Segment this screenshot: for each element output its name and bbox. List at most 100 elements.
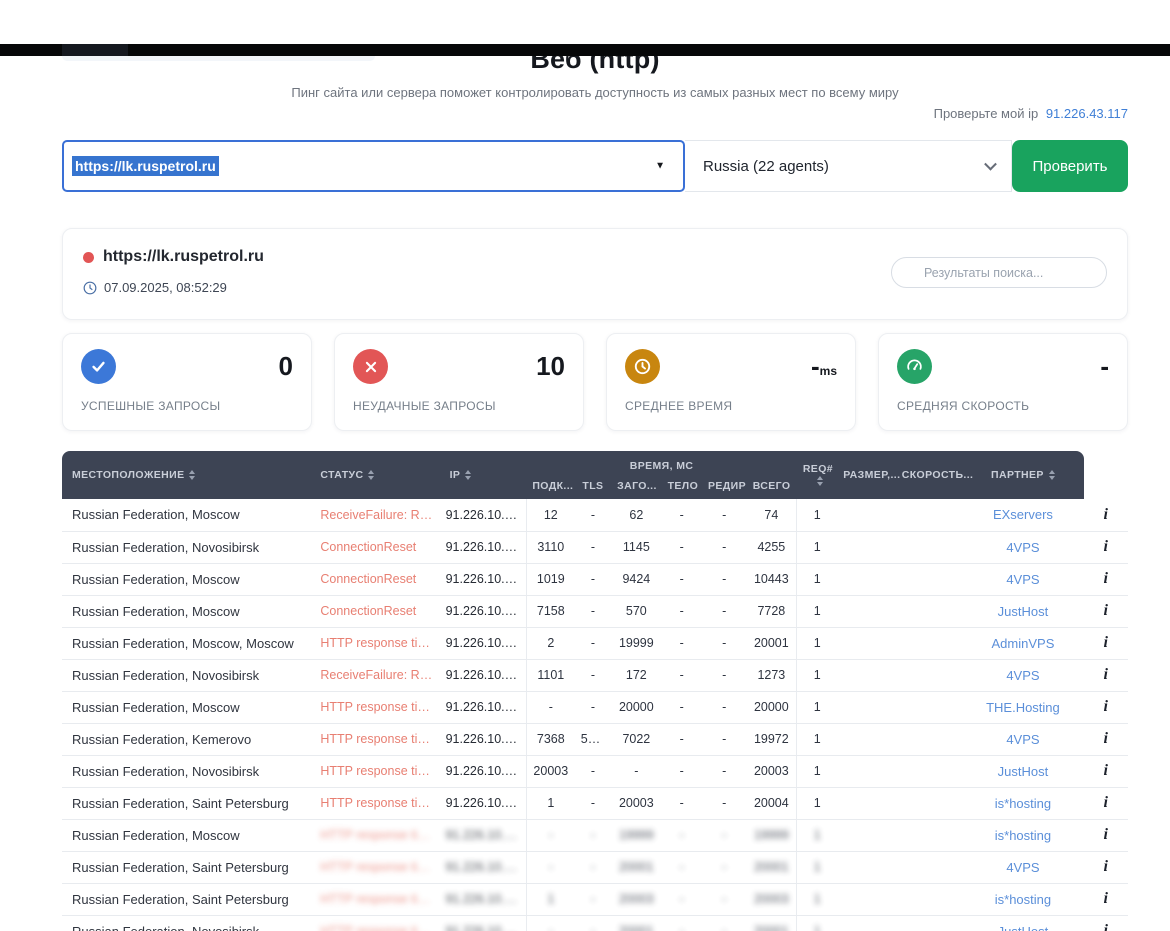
time-body-cell: - (662, 531, 702, 563)
partner-link[interactable]: 4VPS (1006, 668, 1039, 683)
partner-link[interactable]: 4VPS (1006, 540, 1039, 555)
time-body-cell: - (662, 563, 702, 595)
info-icon[interactable]: i (1084, 563, 1129, 595)
col-header-redir[interactable]: РЕДИР (702, 477, 746, 499)
size-cell (837, 499, 896, 531)
info-icon[interactable]: i (1084, 819, 1129, 851)
location-cell: Russian Federation, Moscow (62, 499, 314, 531)
partner-link[interactable]: JustHost (998, 924, 1049, 931)
col-header-body[interactable]: ТЕЛО (662, 477, 702, 499)
ip-cell: 91.226.10.121 (444, 755, 527, 787)
stat-unit: ms (820, 364, 837, 378)
req-cell: 1 (797, 723, 837, 755)
info-icon[interactable]: i (1084, 851, 1129, 883)
time-load-cell: 19999 (611, 627, 661, 659)
time-load-cell: 20003 (611, 787, 661, 819)
col-header-tls[interactable]: TLS (575, 477, 611, 499)
time-redir-cell: - (702, 627, 746, 659)
time-load-cell: 19999 (611, 819, 661, 851)
stat-label: СРЕДНЯЯ СКОРОСТЬ (897, 399, 1109, 413)
partner-link[interactable]: 4VPS (1006, 732, 1039, 747)
url-combobox[interactable]: https://lk.ruspetrol.ru ▼ (62, 140, 685, 192)
col-header-conn[interactable]: ПОДК... (526, 477, 574, 499)
partner-cell: is*hosting (962, 819, 1083, 851)
partner-link[interactable]: is*hosting (995, 828, 1051, 843)
info-icon[interactable]: i (1084, 723, 1129, 755)
col-header-req[interactable]: REQ# (797, 451, 837, 499)
location-cell: Russian Federation, Kemerovo (62, 723, 314, 755)
partner-link[interactable]: JustHost (998, 764, 1049, 779)
partner-link[interactable]: 4VPS (1006, 860, 1039, 875)
partner-link[interactable]: EXservers (993, 507, 1053, 522)
result-url: https://lk.ruspetrol.ru (103, 248, 264, 266)
status-cell: HTTP response time... (314, 787, 443, 819)
ip-cell: 91.226.10.121 (444, 915, 527, 931)
url-input-value[interactable]: https://lk.ruspetrol.ru (72, 156, 219, 176)
my-ip-link[interactable]: 91.226.43.117 (1046, 106, 1128, 121)
info-icon[interactable]: i (1084, 787, 1129, 819)
info-icon[interactable]: i (1084, 531, 1129, 563)
page-subtitle: Пинг сайта или сервера поможет контролир… (62, 85, 1128, 100)
time-body-cell: - (662, 627, 702, 659)
partner-link[interactable]: JustHost (998, 604, 1049, 619)
req-cell: 1 (797, 627, 837, 659)
window-top-bar (0, 44, 1170, 56)
sort-icon (465, 470, 471, 480)
speed-cell (896, 691, 963, 723)
time-load-cell: 9424 (611, 563, 661, 595)
status-cell: HTTP response time... (314, 723, 443, 755)
time-redir-cell: - (702, 851, 746, 883)
time-load-cell: 20000 (611, 691, 661, 723)
time-body-cell: - (662, 499, 702, 531)
info-icon[interactable]: i (1084, 499, 1129, 531)
partner-cell: JustHost (962, 755, 1083, 787)
location-cell: Russian Federation, Saint Petersburg (62, 787, 314, 819)
col-header-status[interactable]: СТАТУС (314, 451, 443, 499)
partner-link[interactable]: is*hosting (995, 796, 1051, 811)
info-icon[interactable]: i (1084, 595, 1129, 627)
info-icon[interactable]: i (1084, 883, 1129, 915)
info-icon[interactable]: i (1084, 755, 1129, 787)
time-tls-cell: - (575, 851, 611, 883)
col-header-ip[interactable]: IP (444, 451, 527, 499)
status-dot-icon (83, 252, 94, 263)
time-conn-cell: 1 (526, 787, 574, 819)
col-header-speed[interactable]: СКОРОСТЬ... (896, 451, 963, 499)
agents-select[interactable]: Russia (22 agents) (685, 140, 1012, 192)
partner-link[interactable]: 4VPS (1006, 572, 1039, 587)
info-icon[interactable]: i (1084, 915, 1129, 931)
partner-link[interactable]: AdminVPS (992, 636, 1055, 651)
col-header-partner[interactable]: ПАРТНЕР (962, 451, 1083, 499)
time-conn-cell: 12 (526, 499, 574, 531)
stat-card-avg-time: -ms СРЕДНЕЕ ВРЕМЯ (606, 333, 856, 431)
speed-cell (896, 531, 963, 563)
location-cell: Russian Federation, Novosibirsk (62, 915, 314, 931)
partner-cell: JustHost (962, 595, 1083, 627)
gauge-circle-icon (897, 349, 932, 384)
table-row: Russian Federation, Saint PetersburgHTTP… (62, 883, 1128, 915)
time-conn-cell: 7368 (526, 723, 574, 755)
time-total-cell: 10443 (746, 563, 796, 595)
ip-cell: 91.226.10.121 (444, 787, 527, 819)
info-icon[interactable]: i (1084, 627, 1129, 659)
time-body-cell: - (662, 915, 702, 931)
check-button[interactable]: Проверить (1012, 140, 1128, 192)
col-header-location[interactable]: МЕСТОПОЛОЖЕНИЕ (62, 451, 314, 499)
combobox-caret-icon[interactable]: ▼ (655, 161, 665, 172)
partner-link[interactable]: THE.Hosting (986, 700, 1060, 715)
ip-cell: 91.226.10.121 (444, 883, 527, 915)
partner-link[interactable]: is*hosting (995, 892, 1051, 907)
time-conn-cell: 1 (526, 883, 574, 915)
time-total-cell: 20003 (746, 883, 796, 915)
info-icon[interactable]: i (1084, 659, 1129, 691)
col-header-load[interactable]: ЗАГО... (611, 477, 661, 499)
stat-card-success: 0 УСПЕШНЫЕ ЗАПРОСЫ (62, 333, 312, 431)
results-search-input[interactable] (891, 257, 1107, 288)
table-row: Russian Federation, Moscow, MoscowHTTP r… (62, 627, 1128, 659)
time-redir-cell: - (702, 723, 746, 755)
col-header-total[interactable]: ВСЕГО (746, 477, 796, 499)
time-body-cell: - (662, 691, 702, 723)
time-total-cell: 1273 (746, 659, 796, 691)
info-icon[interactable]: i (1084, 691, 1129, 723)
col-header-size[interactable]: РАЗМЕР,... (837, 451, 896, 499)
